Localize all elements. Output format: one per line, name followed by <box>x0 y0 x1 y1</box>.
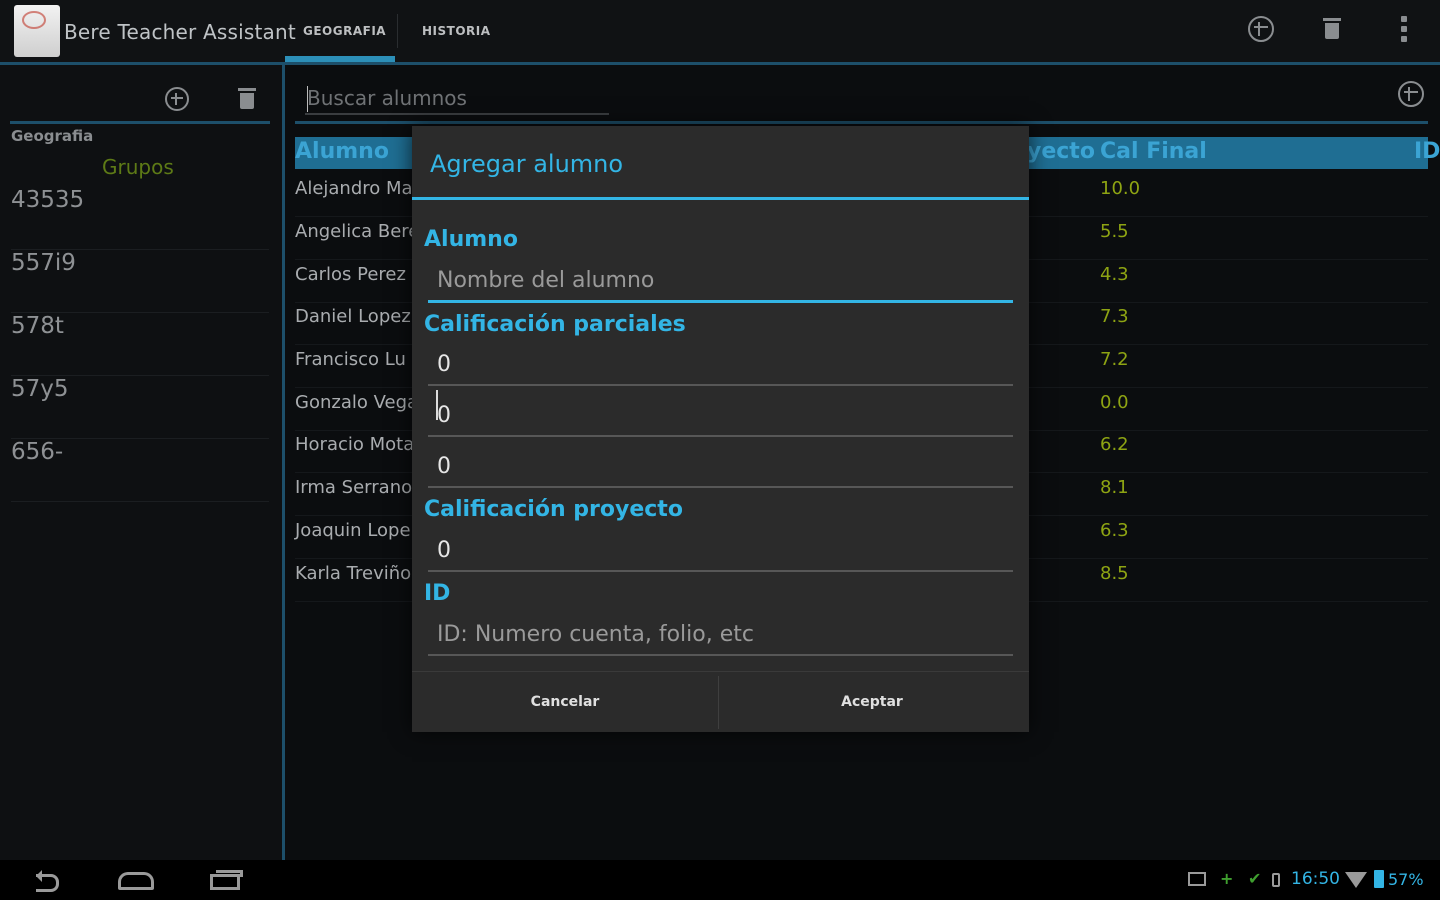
subject-label: Geografia <box>11 127 94 145</box>
partial-grade-value: 0 <box>437 403 451 428</box>
partial-grade-field-2[interactable]: 0 <box>428 397 1013 437</box>
partial-grade-field-1[interactable]: 0 <box>428 346 1013 386</box>
partials-label: Calificación parciales <box>424 312 686 337</box>
home-icon[interactable] <box>118 868 154 890</box>
project-grade-field[interactable]: 0 <box>428 532 1013 572</box>
back-icon[interactable] <box>30 868 60 892</box>
dialog-title-divider <box>412 197 1029 200</box>
final-grade: 4.3 <box>1100 264 1129 285</box>
student-name: Karla Treviño <box>295 563 412 584</box>
id-label: ID <box>424 581 451 606</box>
column-header-student[interactable]: Alumno <box>295 139 389 164</box>
group-label: 57y5 <box>11 376 69 402</box>
add-student-button[interactable] <box>1398 81 1424 107</box>
system-navigation-bar: + ✔ 16:50 57% <box>0 860 1440 900</box>
add-circle-icon <box>1248 16 1274 42</box>
student-label: Alumno <box>424 227 518 252</box>
student-name: Horacio Mota <box>295 434 415 455</box>
dialog-button-bar: Cancelar Aceptar <box>412 671 1029 733</box>
battery-icon <box>1374 870 1384 888</box>
overflow-menu-button[interactable] <box>1401 16 1431 46</box>
check-icon: ✔ <box>1248 869 1262 888</box>
tab-geografia[interactable]: GEOGRAFIA <box>303 24 386 38</box>
delete-subject-button[interactable] <box>1323 16 1353 46</box>
partial-grade-field-3[interactable]: 0 <box>428 448 1013 488</box>
text-cursor <box>307 86 308 112</box>
add-circle-icon <box>1398 81 1424 107</box>
group-item[interactable]: 57y5 <box>11 376 269 439</box>
overflow-menu-icon <box>1401 16 1407 42</box>
id-placeholder: ID: Numero cuenta, folio, etc <box>437 622 754 647</box>
group-item[interactable]: 578t <box>11 313 269 376</box>
selected-tab-indicator <box>285 56 395 62</box>
delete-group-button[interactable] <box>238 86 256 110</box>
final-grade: 6.3 <box>1100 520 1129 541</box>
dialog-title: Agregar alumno <box>430 150 624 178</box>
student-name-field[interactable]: Nombre del alumno <box>428 262 1013 303</box>
project-grade-value: 0 <box>437 538 451 563</box>
add-subject-button[interactable] <box>1248 16 1278 46</box>
student-name: Carlos Perez <box>295 264 406 285</box>
plus-notification-icon: + <box>1220 869 1234 888</box>
student-name: Francisco Lu <box>295 349 406 370</box>
app-title: Bere Teacher Assistant <box>64 20 296 44</box>
trash-icon <box>238 86 256 110</box>
tab-divider <box>397 14 398 48</box>
panel-divider <box>282 65 285 860</box>
add-circle-icon <box>165 87 189 111</box>
group-label: 656- <box>11 439 64 465</box>
project-label: Calificación proyecto <box>424 497 683 522</box>
group-label: 578t <box>11 313 64 339</box>
student-name: Joaquin Lope <box>295 520 411 541</box>
column-header-final[interactable]: Cal Final <box>1100 139 1207 164</box>
recents-icon[interactable] <box>210 868 244 890</box>
final-grade: 7.3 <box>1100 306 1129 327</box>
final-grade: 8.5 <box>1100 563 1129 584</box>
student-name-placeholder: Nombre del alumno <box>437 268 655 293</box>
id-field[interactable]: ID: Numero cuenta, folio, etc <box>428 616 1013 656</box>
tab-historia[interactable]: HISTORIA <box>422 24 491 38</box>
groups-title: Grupos <box>102 155 174 179</box>
search-input[interactable] <box>305 83 609 115</box>
final-grade: 8.1 <box>1100 477 1129 498</box>
add-group-button[interactable] <box>165 87 189 111</box>
trash-icon <box>1323 16 1341 40</box>
battery-percent: 57% <box>1388 870 1424 889</box>
final-grade: 0.0 <box>1100 392 1129 413</box>
group-label: 43535 <box>11 187 85 213</box>
wifi-icon <box>1345 872 1367 888</box>
app-logo-icon <box>14 5 60 57</box>
column-header-project[interactable]: yecto <box>1027 139 1095 164</box>
student-name: Gonzalo Vega <box>295 392 419 413</box>
action-bar: Bere Teacher Assistant GEOGRAFIA HISTORI… <box>0 0 1440 65</box>
group-item[interactable]: 656- <box>11 439 269 502</box>
sd-card-icon <box>1272 873 1280 887</box>
student-name: Daniel Lopez <box>295 306 411 327</box>
add-student-dialog: Agregar alumno Alumno Nombre del alumno … <box>412 126 1029 732</box>
final-grade: 7.2 <box>1100 349 1129 370</box>
group-item[interactable]: 43535 <box>11 187 269 250</box>
panel-header-divider <box>10 121 270 124</box>
final-grade: 6.2 <box>1100 434 1129 455</box>
column-header-id[interactable]: ID <box>1414 139 1440 164</box>
group-item[interactable]: 557i9 <box>11 250 269 313</box>
partial-grade-value: 0 <box>437 352 451 377</box>
picture-icon <box>1188 872 1206 886</box>
final-grade: 5.5 <box>1100 221 1129 242</box>
student-name: Angelica Bere <box>295 221 420 242</box>
partial-grade-value: 0 <box>437 454 451 479</box>
cancel-button[interactable]: Cancelar <box>412 672 718 733</box>
status-clock: 16:50 <box>1291 869 1340 889</box>
accept-button[interactable]: Aceptar <box>719 672 1025 733</box>
student-name: Irma Serrano <box>295 477 413 498</box>
final-grade: 10.0 <box>1100 178 1141 199</box>
search-divider <box>295 121 1428 124</box>
group-label: 557i9 <box>11 250 76 276</box>
student-name: Alejandro Ma <box>295 178 413 199</box>
